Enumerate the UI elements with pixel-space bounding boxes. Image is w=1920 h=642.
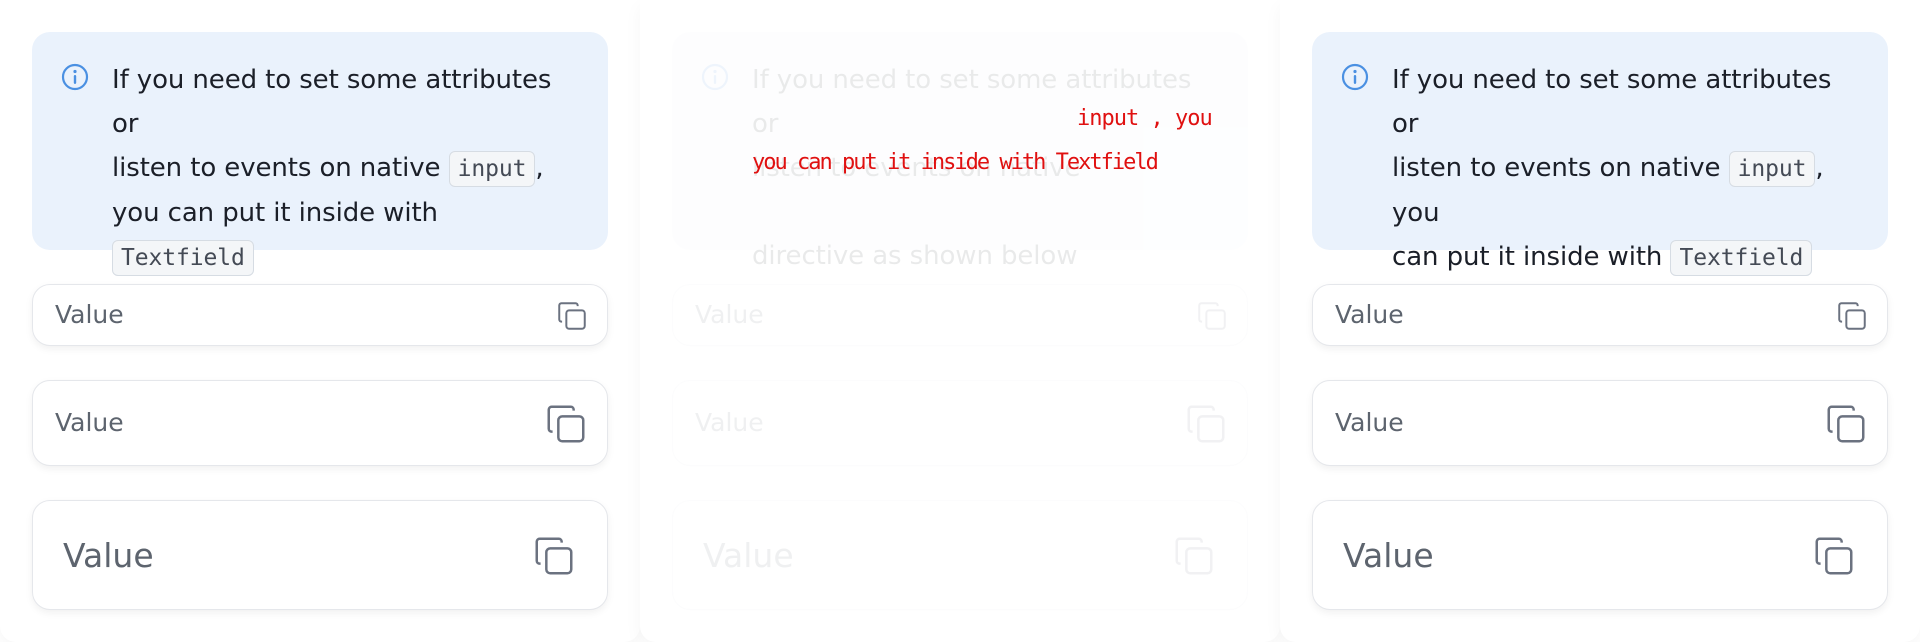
info-circle-icon <box>61 63 89 91</box>
note-line-1: If you need to set some attributes or <box>1392 65 1832 139</box>
panel-alt-wrap: If you need to set some attributes or li… <box>1280 0 1920 642</box>
note-line-2: listen to events on native <box>112 153 441 183</box>
note-line-2: listen to events on native <box>1392 153 1721 183</box>
textfield-medium[interactable]: Value <box>1312 380 1888 466</box>
info-note: If you need to set some attributes or li… <box>32 32 608 317</box>
textfield-large-value[interactable]: Value <box>703 536 794 575</box>
textfield-small[interactable]: Value <box>1312 284 1888 346</box>
note-line-3: you can put it inside with <box>112 198 438 228</box>
code-textfield: Textfield <box>1670 240 1813 276</box>
note-line-2-punct: , <box>535 153 544 183</box>
stage: If you need to set some attributes or li… <box>0 0 1920 642</box>
textfield-small[interactable]: Value <box>672 284 1248 346</box>
copy-icon[interactable] <box>1171 533 1217 579</box>
textfield-medium[interactable]: Value <box>32 380 608 466</box>
copy-icon[interactable] <box>1823 401 1869 447</box>
textfield-medium-value[interactable]: Value <box>55 408 124 437</box>
textfield-large[interactable]: Value <box>32 500 608 610</box>
textfield-small-value[interactable]: Value <box>1335 300 1404 329</box>
info-note: If you need to set some attributes or li… <box>1312 32 1888 317</box>
textfield-large[interactable]: Value <box>672 500 1248 610</box>
textfield-large[interactable]: Value <box>1312 500 1888 610</box>
textfield-small-value[interactable]: Value <box>55 300 124 329</box>
code-textfield: Textfield <box>112 240 254 276</box>
glitch-text-a: input , you <box>1077 106 1213 131</box>
panel-default: If you need to set some attributes or li… <box>0 0 640 642</box>
copy-icon[interactable] <box>1811 533 1857 579</box>
info-note: If you need to set some attributes or li… <box>672 32 1248 271</box>
textfield-medium[interactable]: Value <box>672 380 1248 466</box>
glitch-text-b: you can put it inside with Textfield <box>752 150 1159 175</box>
note-line-4: directive as shown below <box>752 241 1078 271</box>
copy-icon[interactable] <box>1195 299 1229 333</box>
copy-icon[interactable] <box>555 299 589 333</box>
copy-icon[interactable] <box>531 533 577 579</box>
textfield-small[interactable]: Value <box>32 284 608 346</box>
panel-faded: If you need to set some attributes or li… <box>640 0 1280 642</box>
copy-icon[interactable] <box>543 401 589 447</box>
textfield-medium-value[interactable]: Value <box>1335 408 1404 437</box>
note-line-3: can put it inside with <box>1392 242 1663 272</box>
info-circle-icon <box>701 63 729 91</box>
note-line-1: If you need to set some attributes or <box>112 65 552 139</box>
textfield-small-value[interactable]: Value <box>695 300 764 329</box>
code-input: input <box>448 151 536 187</box>
textfield-medium-value[interactable]: Value <box>695 408 764 437</box>
textfield-large-value[interactable]: Value <box>1343 536 1434 575</box>
info-circle-icon <box>1341 63 1369 91</box>
copy-icon[interactable] <box>1183 401 1229 447</box>
textfield-large-value[interactable]: Value <box>63 536 154 575</box>
copy-icon[interactable] <box>1835 299 1869 333</box>
code-input: input <box>1728 151 1816 187</box>
